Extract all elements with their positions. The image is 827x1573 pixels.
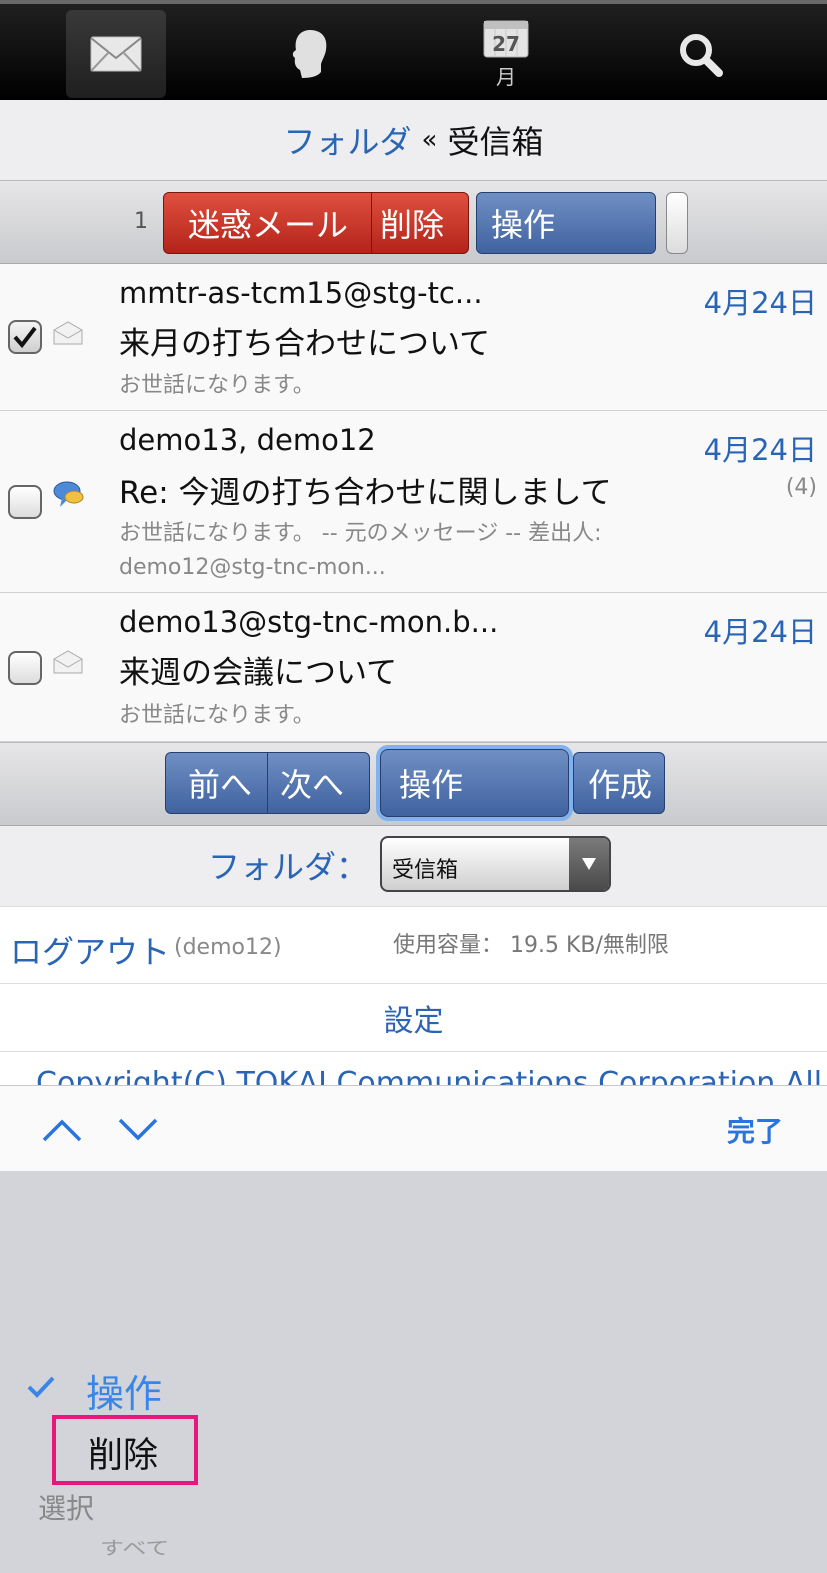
spam-button[interactable]: 迷惑メール <box>163 192 372 254</box>
action-select-label: 操作 <box>399 766 464 804</box>
spam-button-label: 迷惑メール <box>188 206 349 244</box>
next-button-label: 次へ <box>280 766 345 804</box>
person-icon <box>292 30 327 78</box>
copyright-row: Copyright(C) TOKAI Communications Corpor… <box>0 1052 827 1085</box>
envelope-open-icon <box>53 321 83 345</box>
search-icon <box>680 34 723 77</box>
previous-field-button[interactable] <box>38 1106 86 1154</box>
mail-date: 4月24日 <box>703 615 817 649</box>
prev-button[interactable]: 前へ <box>165 752 268 814</box>
mail-preview: お世話になります。 <box>119 373 315 398</box>
picker-option-delete[interactable]: 削除 <box>88 1427 158 1478</box>
calendar-icon: 27 <box>483 20 529 57</box>
top-nav-bar: 27 月 <box>0 0 827 100</box>
picker-option-selected[interactable]: 操作 <box>86 1363 162 1418</box>
top-toolbar: 1 迷惑メール 削除 操作 <box>0 180 827 264</box>
mail-sender: mmtr-as-tcm15@stg-tc... <box>119 276 483 310</box>
mail-date: 4月24日 <box>703 286 817 320</box>
mail-sender: demo13, demo12 <box>119 423 376 457</box>
chevron-down-icon <box>118 1118 158 1141</box>
copyright-text: Copyright(C) TOKAI Communications Corpor… <box>36 1066 823 1085</box>
delete-button[interactable]: 削除 <box>371 192 469 254</box>
compose-button-label: 作成 <box>588 766 653 804</box>
mail-preview-line2: demo12@stg-tnc-mon... <box>119 555 386 580</box>
delete-button-label: 削除 <box>380 206 445 244</box>
compose-button[interactable]: 作成 <box>573 752 665 814</box>
selected-count: 1 <box>134 209 148 234</box>
next-button[interactable]: 次へ <box>267 752 370 814</box>
storage-usage: 使用容量： 19.5 KB/無制限 <box>393 933 669 958</box>
tab-mail[interactable] <box>66 10 166 98</box>
go-button[interactable] <box>666 192 688 254</box>
mail-checkbox[interactable] <box>8 320 42 354</box>
checkmark-icon <box>13 326 37 349</box>
thread-bubble-icon <box>53 481 84 507</box>
folder-select-row: フォルダ： 受信箱 <box>0 826 827 906</box>
tab-calendar[interactable]: 27 月 <box>456 10 556 98</box>
calendar-day: 27 <box>492 32 520 56</box>
settings-link[interactable]: 設定 <box>384 996 444 1040</box>
prev-button-label: 前へ <box>188 766 253 804</box>
list-item[interactable]: mmtr-as-tcm15@stg-tc... 来月の打ち合わせについて お世話… <box>0 264 827 411</box>
current-folder-title: 受信箱 <box>447 123 544 161</box>
logged-in-user: (demo12) <box>174 935 282 960</box>
picker-option-all[interactable]: すべて <box>100 1533 169 1559</box>
calendar-label: 月 <box>496 64 516 89</box>
action-select-top[interactable]: 操作 <box>476 192 656 254</box>
next-field-button[interactable] <box>114 1106 162 1154</box>
folder-link[interactable]: フォルダ <box>284 117 412 163</box>
done-button[interactable]: 完了 <box>727 1110 783 1150</box>
tab-search[interactable] <box>650 10 750 98</box>
logout-link[interactable]: ログアウト <box>10 927 170 973</box>
settings-row: 設定 <box>0 984 827 1052</box>
list-item[interactable]: demo13@stg-tnc-mon.b... 来週の会議について お世話になり… <box>0 593 827 742</box>
mail-subject: Re: 今週の打ち合わせに関しまして <box>119 475 612 511</box>
dropdown-arrow-icon <box>569 838 609 890</box>
mail-sender: demo13@stg-tnc-mon.b... <box>119 605 499 639</box>
picker-option-select[interactable]: 選択 <box>38 1487 94 1527</box>
mail-preview: お世話になります。 -- 元のメッセージ -- 差出人: <box>119 521 602 546</box>
picker-accessory-bar: 完了 <box>0 1085 827 1171</box>
envelope-open-icon <box>53 650 83 674</box>
folder-breadcrumb: フォルダ « 受信箱 <box>0 100 827 180</box>
folder-select-value: 受信箱 <box>392 858 459 883</box>
folder-select[interactable]: 受信箱 <box>380 836 611 892</box>
option-picker[interactable]: 操作 削除 選択 すべて <box>0 1171 827 1573</box>
action-select-label: 操作 <box>491 206 556 244</box>
checkmark-icon <box>27 1376 55 1398</box>
tab-address[interactable] <box>260 10 360 98</box>
account-row: ログアウト (demo12) 使用容量： 19.5 KB/無制限 <box>0 906 827 984</box>
folder-select-label: フォルダ： <box>208 848 369 886</box>
mail-subject: 来月の打ち合わせについて <box>119 326 491 362</box>
list-item[interactable]: demo13, demo12 Re: 今週の打ち合わせに関しまして お世話になり… <box>0 411 827 593</box>
chevron-up-icon <box>42 1119 82 1142</box>
mail-subject: 来週の会議について <box>119 655 398 691</box>
breadcrumb-separator: « <box>421 125 438 155</box>
mail-checkbox[interactable] <box>8 651 42 685</box>
action-select-bottom[interactable]: 操作 <box>380 749 569 817</box>
thread-count: (4) <box>785 475 817 500</box>
mail-preview: お世話になります。 <box>119 703 315 728</box>
mail-checkbox[interactable] <box>8 485 42 519</box>
envelope-icon <box>90 36 142 72</box>
bottom-toolbar: 前へ 次へ 操作 作成 <box>0 742 827 826</box>
mail-date: 4月24日 <box>703 433 817 467</box>
